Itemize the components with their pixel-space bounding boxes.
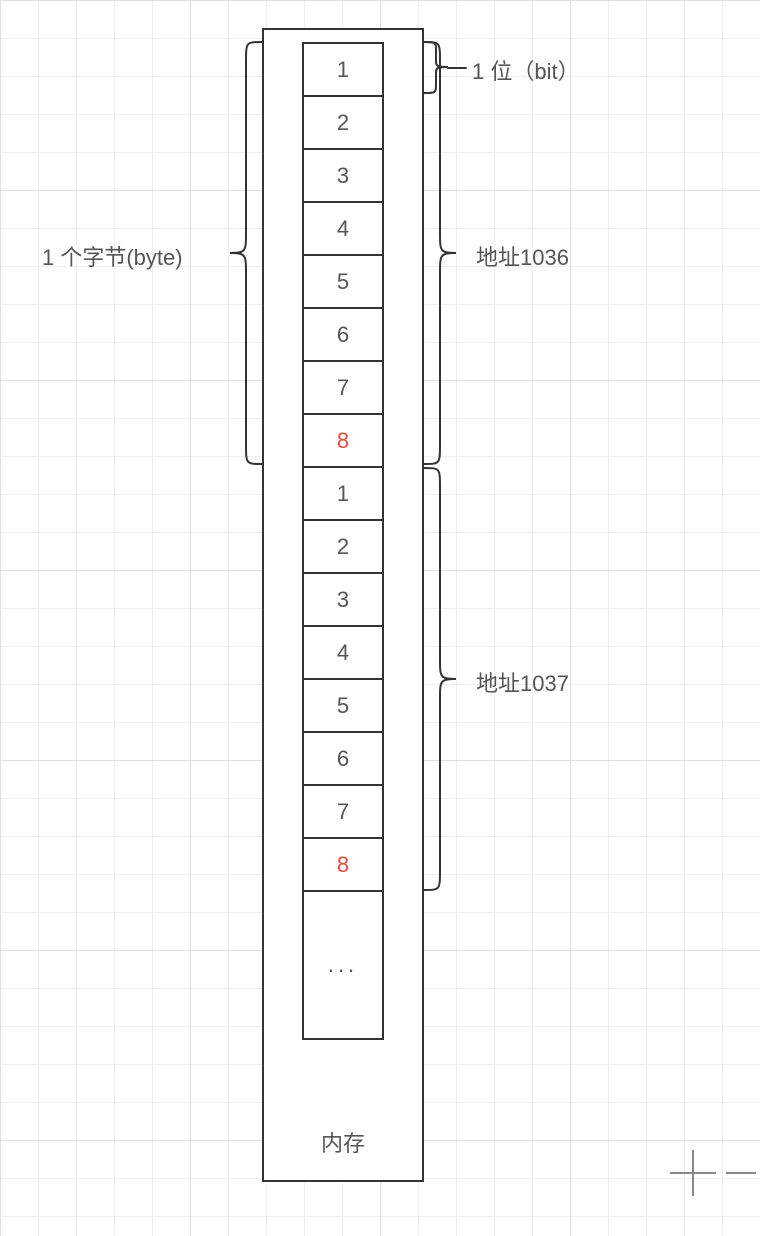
bit-cell: 6: [302, 731, 384, 786]
addr2-brace-icon: [424, 466, 458, 892]
memory-container: 1 2 3 4 5 6 7 8 1 2 3 4 5 6 7 8 ... 内存: [262, 28, 424, 1182]
addr2-label: 地址1037: [476, 666, 569, 698]
diagram: 1 2 3 4 5 6 7 8 1 2 3 4 5 6 7 8 ... 内存 1…: [0, 0, 760, 1236]
bit-cell: 8: [302, 837, 384, 892]
bit-cell: 2: [302, 95, 384, 150]
addr1-brace-icon: [424, 40, 458, 466]
byte-label: 1 个字节(byte): [42, 240, 183, 272]
memory-label: 内存: [264, 1126, 422, 1158]
bit-cell: 1: [302, 42, 384, 97]
ellipsis-cell: ...: [302, 890, 384, 1040]
bit-cell: 5: [302, 678, 384, 733]
byte-brace-icon: [228, 40, 262, 466]
bit-cell: 5: [302, 254, 384, 309]
plus-minus-icon: [670, 1150, 716, 1196]
bit-cell: 1: [302, 466, 384, 521]
bit-cell: 4: [302, 201, 384, 256]
bit-cell: 8: [302, 413, 384, 468]
bit-cell: 2: [302, 519, 384, 574]
bit-cell: 3: [302, 572, 384, 627]
bit-cell: 7: [302, 784, 384, 839]
bit-cell: 4: [302, 625, 384, 680]
bit-label: 1 位（bit）: [472, 54, 580, 86]
bit-cell: 3: [302, 148, 384, 203]
cell-stack: 1 2 3 4 5 6 7 8 1 2 3 4 5 6 7 8 ...: [302, 42, 384, 1040]
bit-cell: 7: [302, 360, 384, 415]
bit-cell: 6: [302, 307, 384, 362]
addr1-label: 地址1036: [476, 240, 569, 272]
